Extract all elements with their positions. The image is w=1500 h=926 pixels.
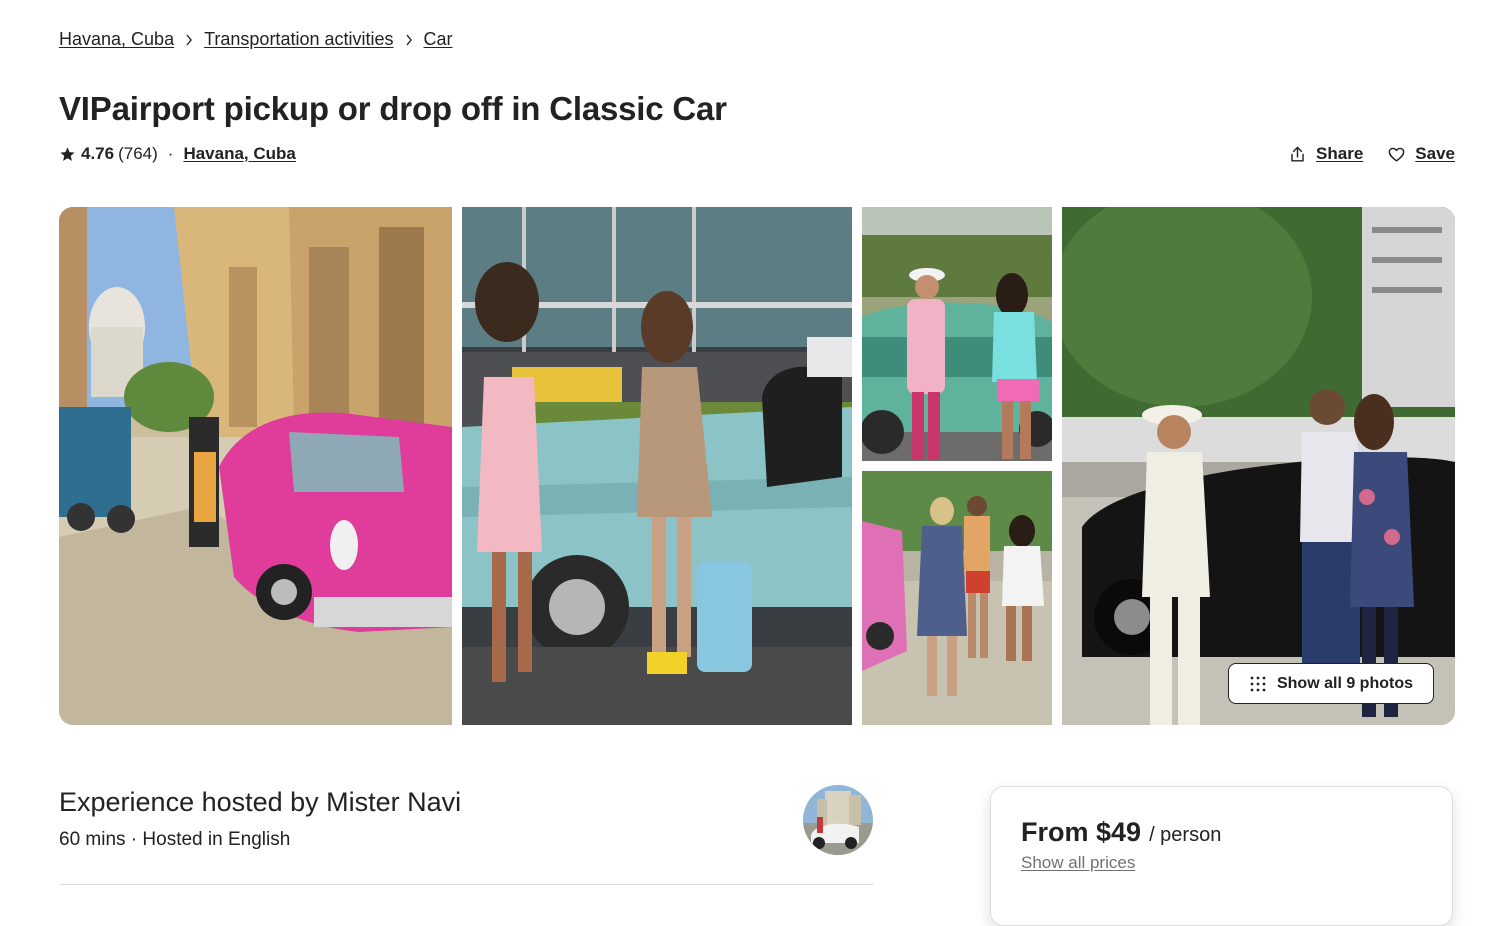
review-count[interactable]: (764) <box>118 144 158 164</box>
page-title: VIPairport pickup or drop off in Classic… <box>59 90 727 127</box>
save-label: Save <box>1415 144 1455 163</box>
share-label: Share <box>1316 144 1364 163</box>
host-subtitle: 60 mins · Hosted in English <box>59 829 291 850</box>
listing-actions: Share Save <box>1288 144 1455 164</box>
show-all-photos-label: Show all 9 photos <box>1276 674 1413 692</box>
star-icon <box>60 146 75 161</box>
photo-greeting-green-car[interactable] <box>862 207 1052 461</box>
section-divider <box>59 884 874 885</box>
photo-street-pink-car[interactable] <box>59 207 452 725</box>
host-heading: Experience hosted by Mister Navi <box>59 787 462 817</box>
chevron-right-icon <box>394 34 424 46</box>
heart-icon <box>1388 147 1405 162</box>
breadcrumb-car[interactable]: Car <box>424 29 453 50</box>
share-button[interactable]: Share <box>1288 144 1363 164</box>
price-unit: / person <box>1149 824 1222 846</box>
price-line: From $49 / person <box>1021 817 1221 848</box>
photo-greeting-black-car[interactable] <box>1062 207 1455 725</box>
breadcrumb: Havana, Cuba Transportation activities C… <box>59 29 453 50</box>
photo-women-turquoise-car[interactable] <box>462 207 852 725</box>
show-all-prices-link[interactable]: Show all prices <box>1021 853 1135 873</box>
price-card: From $49 / person Show all prices <box>990 786 1453 926</box>
rating-value: 4.76 <box>81 144 115 163</box>
save-button[interactable]: Save <box>1387 144 1455 164</box>
photo-group-street[interactable] <box>862 471 1052 725</box>
breadcrumb-havana[interactable]: Havana, Cuba <box>59 29 174 50</box>
share-icon <box>1291 146 1304 162</box>
grid-dots-icon <box>1250 676 1266 691</box>
photo-gallery <box>59 207 1455 725</box>
location-link[interactable]: Havana, Cuba <box>183 144 295 164</box>
meta-separator: · <box>167 144 174 163</box>
breadcrumb-transportation[interactable]: Transportation activities <box>204 29 393 50</box>
price-from: From $49 <box>1021 817 1142 847</box>
host-avatar[interactable] <box>803 785 873 855</box>
chevron-right-icon <box>174 34 204 46</box>
listing-meta: 4.76 (764) · Havana, Cuba <box>59 144 296 164</box>
show-all-photos-button[interactable]: Show all 9 photos <box>1228 663 1434 704</box>
